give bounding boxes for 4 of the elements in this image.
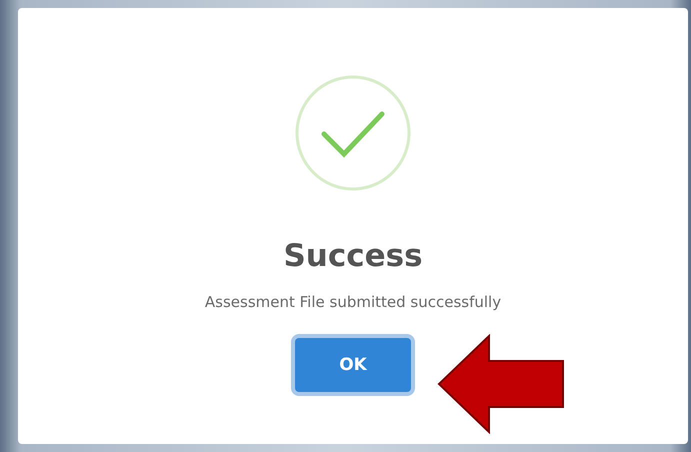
success-check-icon [294, 74, 412, 192]
dialog-title: Success [283, 237, 423, 276]
dialog-message: Assessment File submitted successfully [204, 292, 502, 312]
ok-button[interactable]: OK [295, 338, 411, 392]
